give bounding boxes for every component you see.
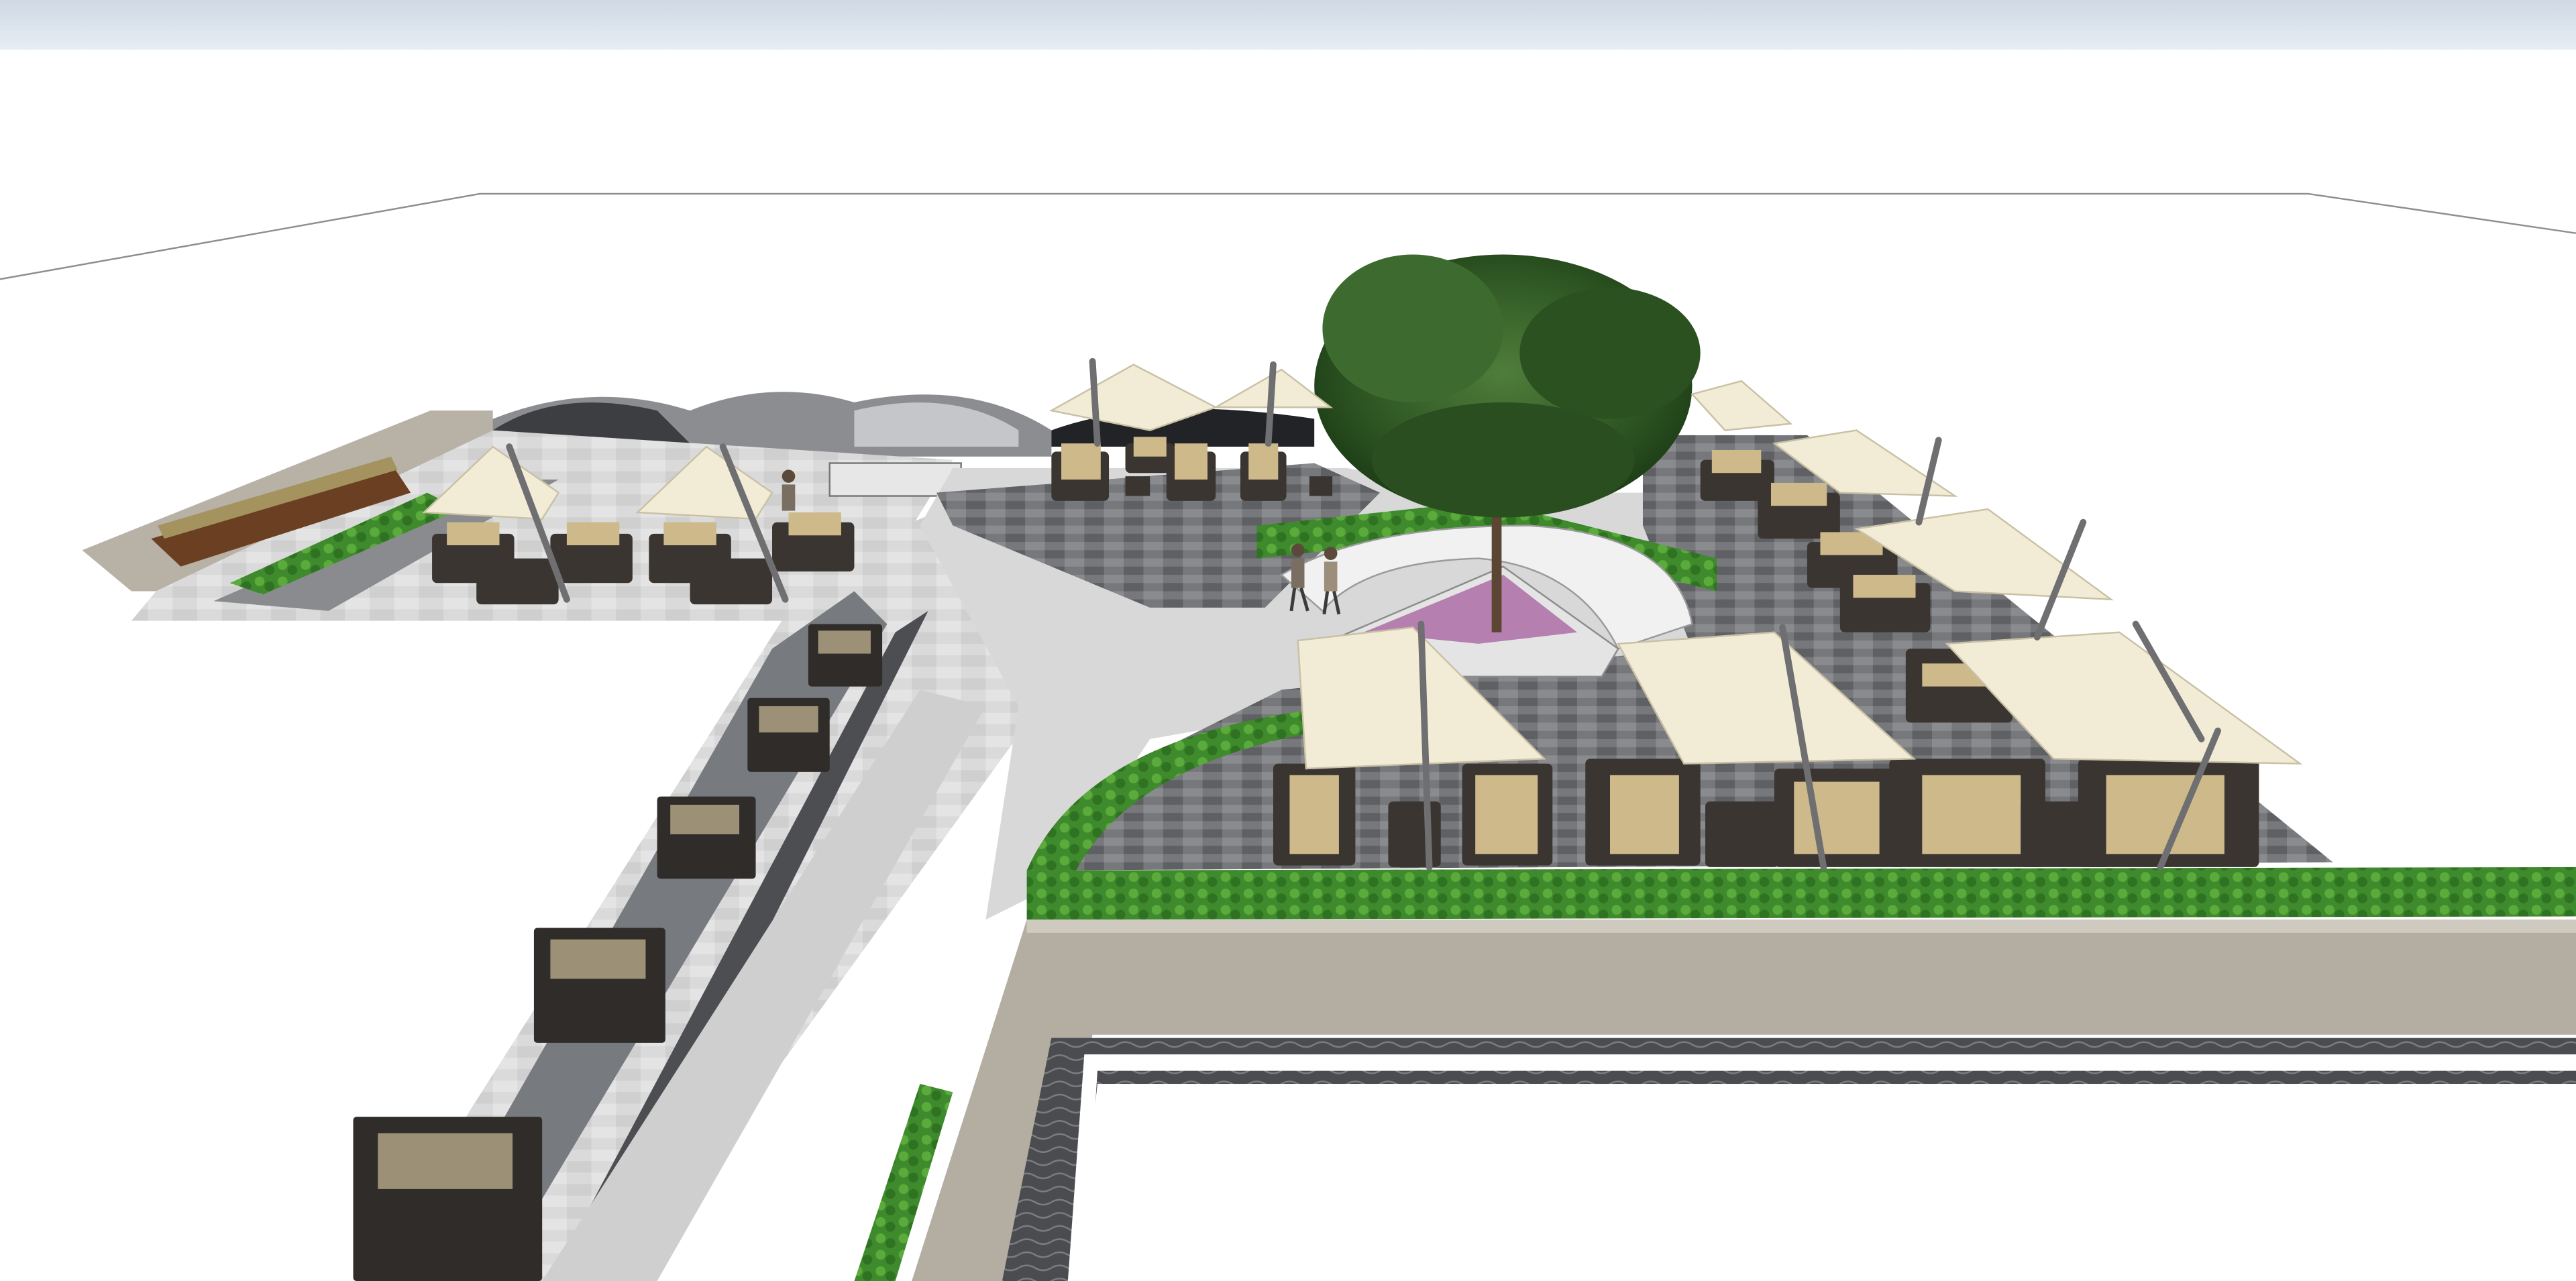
rooftop-scene bbox=[0, 192, 2576, 1281]
ground-plane-edges bbox=[0, 192, 2576, 280]
model-viewport[interactable] bbox=[0, 0, 2576, 1281]
parapet-wall bbox=[912, 920, 2576, 1281]
